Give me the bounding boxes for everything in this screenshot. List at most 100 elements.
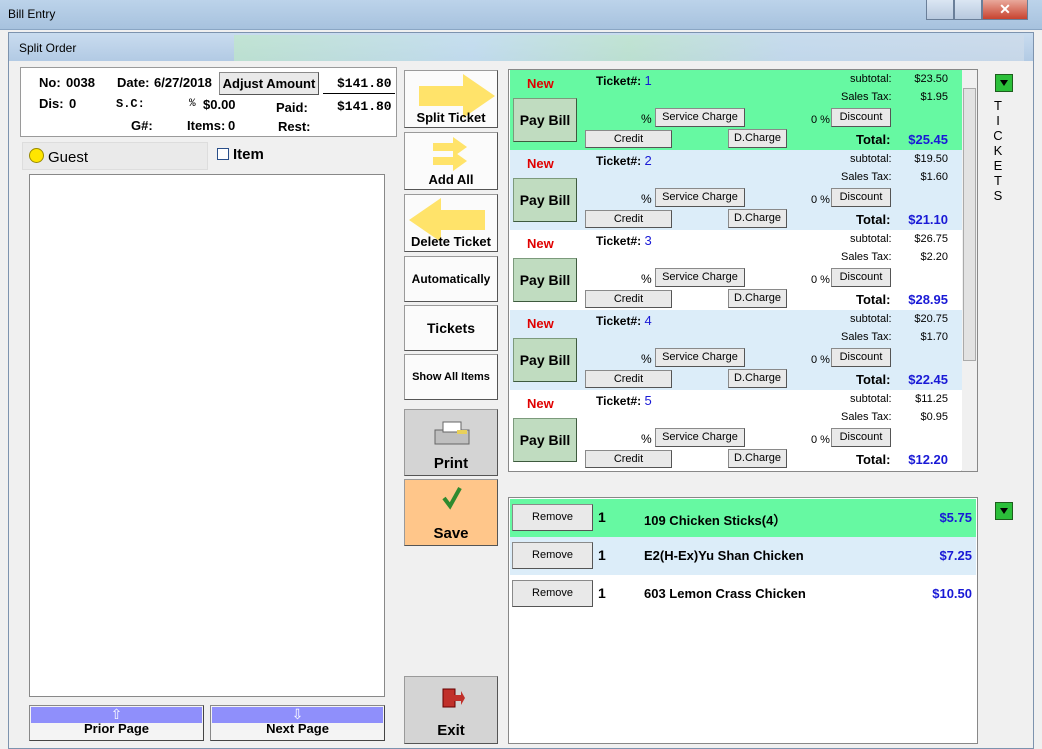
total-value: $21.10 [908, 212, 948, 227]
discount-button[interactable]: Discount [831, 428, 891, 447]
exit-label: Exit [437, 722, 465, 739]
item-row[interactable]: Remove 1 603 Lemon Crass Chicken $10.50 [510, 575, 976, 613]
scroll-items-down-icon[interactable] [995, 502, 1013, 520]
service-pct-label: % [641, 112, 652, 126]
checkmark-icon [442, 487, 462, 510]
discount-button[interactable]: Discount [831, 108, 891, 127]
split-ticket-label: Split Ticket [416, 110, 486, 125]
save-button[interactable]: Save [404, 479, 498, 546]
service-pct-label: % [641, 272, 652, 286]
arrow-up-icon: ⇧ [110, 706, 123, 722]
total-value: $22.45 [908, 372, 948, 387]
exit-button[interactable]: Exit [404, 676, 498, 744]
item-name: E2(H-Ex)Yu Shan Chicken [644, 548, 804, 563]
service-charge-button[interactable]: Service Charge [655, 348, 745, 367]
subtotal-value: $19.50 [914, 153, 948, 165]
sales-tax-label: Sales Tax: [841, 411, 892, 423]
pay-bill-button[interactable]: Pay Bill [513, 258, 577, 302]
tickets-button[interactable]: Tickets [404, 305, 498, 351]
pay-bill-button[interactable]: Pay Bill [513, 338, 577, 382]
split-ticket-button[interactable]: Split Ticket [404, 70, 498, 128]
service-charge-button[interactable]: Service Charge [655, 428, 745, 447]
pay-bill-button[interactable]: Pay Bill [513, 418, 577, 462]
automatically-button[interactable]: Automatically [404, 256, 498, 302]
sales-tax-value: $2.20 [920, 251, 948, 263]
new-label: New [527, 236, 554, 251]
save-label: Save [433, 525, 469, 542]
double-arrow-right-icon [433, 137, 467, 171]
prior-page-button[interactable]: ⇧ Prior Page [29, 705, 204, 741]
subtotal-label: subtotal: [850, 73, 892, 85]
credit-button[interactable]: Credit [585, 210, 672, 228]
ticket-card: New Ticket#: 1 Pay Bill % Service Charge… [510, 70, 962, 150]
close-button[interactable]: ✕ [982, 0, 1028, 20]
service-pct-label: % [641, 192, 652, 206]
discount-pct-label: 0 % [811, 274, 830, 286]
next-page-button[interactable]: ⇩ Next Page [210, 705, 385, 741]
dialog-title-bar: Split Order [9, 33, 1033, 61]
item-row[interactable]: Remove 1 109 Chicken Sticks(4） $5.75 [510, 499, 976, 537]
credit-button[interactable]: Credit [585, 370, 672, 388]
service-charge-button[interactable]: Service Charge [655, 268, 745, 287]
show-all-items-button[interactable]: Show All Items [404, 354, 498, 400]
guest-tab[interactable]: Guest [22, 142, 208, 170]
date-value: 6/27/2018 [154, 75, 212, 90]
credit-button[interactable]: Credit [585, 130, 672, 148]
total-amount: $141.80 [337, 76, 392, 91]
sales-tax-label: Sales Tax: [841, 171, 892, 183]
pay-bill-button[interactable]: Pay Bill [513, 98, 577, 142]
item-row[interactable]: Remove 1 E2(H-Ex)Yu Shan Chicken $7.25 [510, 537, 976, 575]
service-charge-button[interactable]: Service Charge [655, 108, 745, 127]
print-label: Print [433, 455, 469, 472]
delete-ticket-button[interactable]: Delete Ticket [404, 194, 498, 252]
scroll-tickets-down-icon[interactable] [995, 74, 1013, 92]
discount-pct-label: 0 % [811, 354, 830, 366]
scrollbar-thumb[interactable] [963, 88, 976, 361]
guest-list[interactable] [29, 174, 385, 697]
discount-pct-label: 0 % [811, 434, 830, 446]
adjust-amount-button[interactable]: Adjust Amount [219, 72, 319, 95]
dcharge-button[interactable]: D.Charge [728, 129, 787, 148]
item-price: $5.75 [939, 510, 972, 525]
total-label: Total: [856, 372, 891, 387]
remove-button[interactable]: Remove [512, 542, 593, 569]
ticket-card: New Ticket#: 5 Pay Bill % Service Charge… [510, 390, 962, 470]
dcharge-button[interactable]: D.Charge [728, 369, 787, 388]
ticket-number: Ticket#: 2 [596, 153, 652, 168]
date-label: Date: [117, 75, 150, 90]
print-button[interactable]: Print [404, 409, 498, 476]
sales-tax-label: Sales Tax: [841, 251, 892, 263]
delete-ticket-label: Delete Ticket [411, 234, 491, 249]
maximize-button[interactable] [954, 0, 982, 20]
paid-label: Paid: [276, 100, 308, 115]
service-pct-label: % [641, 432, 652, 446]
dcharge-button[interactable]: D.Charge [728, 209, 787, 228]
item-name: 109 Chicken Sticks(4） [644, 513, 787, 528]
service-charge-button[interactable]: Service Charge [655, 188, 745, 207]
discount-button[interactable]: Discount [831, 348, 891, 367]
remove-button[interactable]: Remove [512, 580, 593, 607]
discount-button[interactable]: Discount [831, 268, 891, 287]
add-all-button[interactable]: Add All [404, 132, 498, 190]
discount-pct-label: 0 % [811, 114, 830, 126]
remove-button[interactable]: Remove [512, 504, 593, 531]
total-value: $12.20 [908, 452, 948, 467]
arrow-down-icon: ⇩ [291, 706, 304, 722]
total-value: $25.45 [908, 132, 948, 147]
sales-tax-value: $0.95 [920, 411, 948, 423]
ticket-number: Ticket#: 1 [596, 73, 652, 88]
minimize-button[interactable] [926, 0, 954, 20]
dcharge-button[interactable]: D.Charge [728, 449, 787, 468]
item-tab[interactable]: Item [210, 142, 396, 170]
smiley-icon [29, 148, 44, 163]
ticket-number: Ticket#: 4 [596, 313, 652, 328]
credit-button[interactable]: Credit [585, 290, 672, 308]
new-label: New [527, 316, 554, 331]
sc-label: S.C: [116, 97, 145, 111]
credit-button[interactable]: Credit [585, 450, 672, 468]
item-price: $10.50 [932, 586, 972, 601]
tickets-scrollbar[interactable] [961, 70, 977, 471]
discount-button[interactable]: Discount [831, 188, 891, 207]
dcharge-button[interactable]: D.Charge [728, 289, 787, 308]
pay-bill-button[interactable]: Pay Bill [513, 178, 577, 222]
